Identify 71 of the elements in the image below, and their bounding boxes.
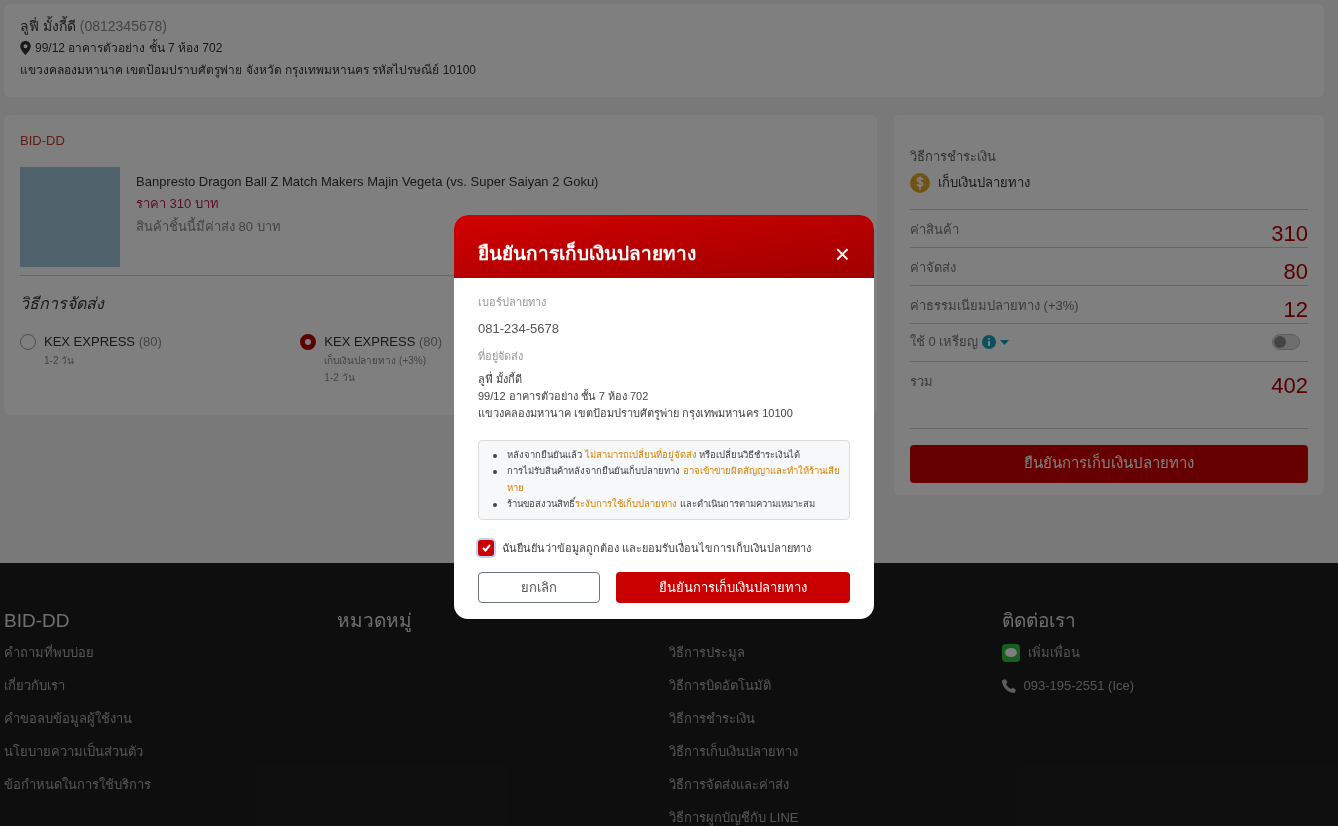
coin-icon bbox=[910, 172, 930, 193]
bullet-icon bbox=[493, 453, 497, 458]
info-icon[interactable] bbox=[982, 335, 997, 349]
recipient-phone: (0812345678) bbox=[79, 18, 167, 34]
address-line: 99/12 อาคารตัวอย่าง ชั้น 7 ห้อง 702 bbox=[35, 39, 223, 57]
summary-label: รวม bbox=[910, 372, 933, 391]
recipient-name: ลูฟี่ มั้งกี้ดี bbox=[20, 18, 76, 34]
footer-heading: ติดต่อเรา bbox=[1001, 609, 1077, 633]
dialog-title: ยืนยันการเก็บเงินปลายทาง bbox=[478, 240, 696, 267]
payment-label: วิธีการชำระเงิน bbox=[910, 148, 997, 166]
footer-heading: หมวดหมู่ bbox=[336, 609, 413, 634]
radio-button[interactable] bbox=[300, 333, 317, 350]
summary-label: ค่าจัดส่ง bbox=[910, 258, 956, 277]
cancel-button[interactable]: ยกเลิก bbox=[478, 572, 600, 603]
bullet-icon bbox=[493, 470, 497, 474]
summary-label: ค่าสินค้า bbox=[910, 220, 959, 239]
footer-link[interactable]: วิธีการชำระเงิน bbox=[669, 709, 1002, 728]
shipping-note: สินค้าชิ้นนี้มีค่าส่ง 80 บาท bbox=[136, 216, 282, 236]
shipping-name: KEX EXPRESS bbox=[324, 333, 416, 349]
contact-link[interactable]: 093-195-2551 (Ice) bbox=[1023, 675, 1135, 696]
footer-link[interactable]: วิธีการบิดอัตโนมัติ bbox=[669, 676, 1002, 695]
summary-value: 310 bbox=[1271, 221, 1308, 246]
chat-app-icon bbox=[1001, 643, 1020, 662]
notice-text: ร้านขอสงวนสิทธิ์ระงับการใช้เก็บปลายทาง และดำเนินการตามความเหมาะสม bbox=[507, 496, 815, 511]
address-line: 99/12 อาคารตัวอย่าง ชั้น 7 ห้อง 702 bbox=[478, 388, 650, 404]
product-price: ราคา 310 บาท bbox=[136, 195, 220, 213]
summary-value: 402 bbox=[1271, 373, 1308, 398]
confirm-button[interactable]: ยืนยันการเก็บเงินปลายทาง bbox=[616, 572, 850, 603]
address-line: แขวงคลองมหานาค เขตป้อมปราบศัตรูพ่าย จังหวัด กรุงเทพมหานคร รหัสไปรษณีย์ 10100 bbox=[20, 62, 478, 79]
coins-toggle[interactable] bbox=[1272, 334, 1300, 350]
shipping-price: (80) bbox=[138, 333, 162, 349]
close-button[interactable]: × bbox=[834, 240, 850, 267]
shipping-name: KEX EXPRESS bbox=[44, 333, 136, 349]
field-label: ที่อยู่จัดส่ง bbox=[478, 348, 524, 365]
coins-label: ใช้ 0 เหรียญ bbox=[910, 333, 979, 352]
map-pin-icon bbox=[20, 41, 31, 55]
field-label: เบอร์ปลายทาง bbox=[478, 295, 547, 310]
footer-link[interactable]: วิธีการเก็บเงินปลายทาง bbox=[669, 742, 1002, 761]
caret-icon[interactable] bbox=[1000, 339, 1010, 345]
footer-link[interactable]: วิธีการประมูล bbox=[669, 643, 1002, 662]
shipping-price: (80) bbox=[419, 333, 443, 349]
footer-link[interactable]: คำถามที่พบบ่อย bbox=[4, 643, 337, 662]
summary-label: ค่าธรรมเนียมปลายทาง (+3%) bbox=[910, 296, 1079, 315]
footer-link[interactable]: นโยบายความเป็นส่วนตัว bbox=[4, 742, 337, 761]
payment-method: เก็บเงินปลายทาง bbox=[938, 172, 1030, 192]
footer-link[interactable]: วิธีการจัดส่งและค่าส่ง bbox=[669, 775, 1002, 794]
footer-heading: BID-DD bbox=[4, 609, 71, 633]
address-line: ลูฟี่ มั้งกี้ดี bbox=[478, 370, 524, 388]
shipping-note: 1-2 วัน bbox=[324, 371, 356, 385]
check-icon bbox=[481, 543, 491, 552]
bullet-icon bbox=[493, 503, 497, 507]
notice-text: การไม่รับสินค้าหลังจากยืนยันเก็บปลายทาง อาจเข้าข่ายผิดสัญญาและทำให้ร้านเสียหาย bbox=[507, 464, 841, 495]
agree-checkbox[interactable] bbox=[478, 539, 494, 556]
footer-link[interactable]: ข้อกำหนดในการใช้บริการ bbox=[4, 775, 337, 794]
summary-value: 80 bbox=[1283, 259, 1308, 284]
section-title: วิธีการจัดส่ง bbox=[20, 293, 104, 314]
product-title: Banpresto Dragon Ball Z Match Makers Majin Vegeta (vs. Super Saiyan 2 Goku) bbox=[136, 172, 599, 191]
confirm-cod-button[interactable]: ยืนยันการเก็บเงินปลายทาง bbox=[910, 444, 1308, 483]
summary-value: 12 bbox=[1283, 297, 1308, 322]
phone-icon bbox=[1001, 678, 1016, 693]
shipping-note: เก็บเงินปลายทาง (+3%) bbox=[324, 353, 428, 368]
radio-button[interactable] bbox=[20, 333, 36, 350]
phone-number: 081-234-5678 bbox=[478, 319, 560, 338]
footer-link[interactable]: คำขอลบข้อมูลผู้ใช้งาน bbox=[4, 709, 337, 728]
footer-link[interactable]: วิธีการผูกบัญชีกับ LINE bbox=[669, 808, 1002, 826]
agree-text: ฉันยืนยันว่าข้อมูลถูกต้อง และยอมรับเงื่อนไขการเก็บเงินปลายทาง bbox=[502, 539, 812, 556]
footer-link[interactable]: เกี่ยวกับเรา bbox=[4, 676, 337, 695]
shop-name: BID-DD bbox=[20, 132, 66, 150]
notice-text: หลังจากยืนยันแล้ว ไม่สามารถเปลี่ยนที่อยู่จัดส่ง หรือเปลี่ยนวิธีชำระเงินได้ bbox=[507, 447, 801, 463]
address-line: แขวงคลองมหานาค เขตป้อมปราบศัตรูพ่าย กรุงเทพมหานคร 10100 bbox=[478, 405, 794, 422]
contact-link[interactable]: เพิ่มเพื่อน bbox=[1027, 642, 1080, 663]
